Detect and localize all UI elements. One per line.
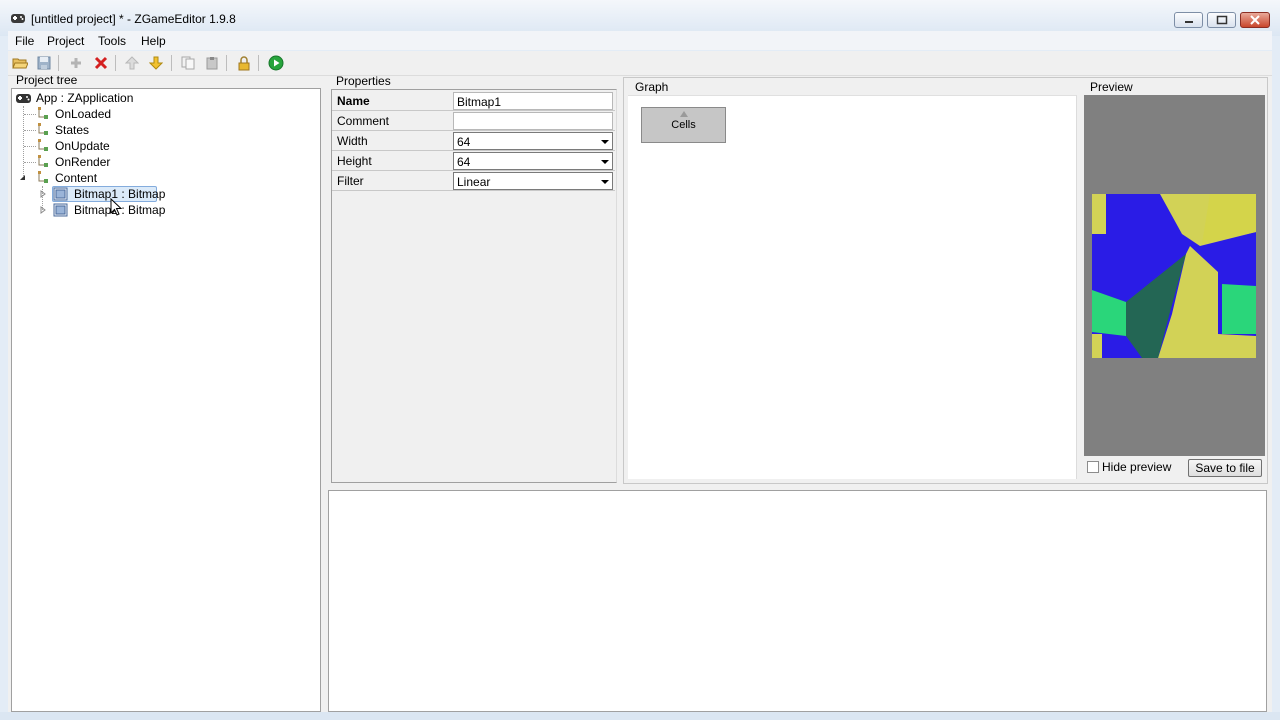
move-up-button[interactable]	[122, 54, 142, 72]
dropdown-arrow-icon	[601, 160, 609, 164]
close-button[interactable]	[1240, 12, 1270, 28]
project-tree-label: Project tree	[16, 73, 78, 87]
toolbar-separator	[226, 55, 227, 71]
dropdown-arrow-icon	[601, 180, 609, 184]
property-label: Filter	[337, 174, 364, 188]
property-row-comment: Comment	[332, 111, 615, 131]
property-row-width: Width 64	[332, 131, 615, 151]
width-value: 64	[457, 135, 471, 149]
component-list-icon	[38, 123, 48, 135]
property-label: Comment	[337, 114, 390, 128]
minimize-icon	[1184, 21, 1193, 23]
app-node-icon	[16, 94, 31, 103]
component-list-icon	[38, 155, 48, 167]
property-row-height: Height 64	[332, 151, 615, 171]
paste-button[interactable]	[202, 54, 222, 72]
add-button[interactable]	[66, 54, 86, 72]
menu-project[interactable]: Project	[47, 34, 84, 48]
lock-button[interactable]	[234, 54, 254, 72]
tree-item-content[interactable]: Content	[55, 171, 97, 185]
add-icon	[71, 58, 81, 68]
graph-node-cells[interactable]: Cells	[641, 107, 726, 143]
property-label: Name	[337, 94, 370, 108]
property-row-name: Name Bitmap1	[332, 91, 615, 111]
copy-button[interactable]	[178, 54, 198, 72]
properties-label: Properties	[336, 74, 391, 88]
lock-icon	[238, 55, 250, 70]
open-button[interactable]	[10, 54, 30, 72]
bitmap-icon	[53, 187, 68, 201]
bitmap-icon	[53, 203, 68, 217]
toolbar-separator	[258, 55, 259, 71]
tree-item-onloaded[interactable]: OnLoaded	[55, 107, 111, 121]
height-value: 64	[457, 155, 471, 169]
minimize-button[interactable]	[1174, 12, 1203, 28]
window-title: [untitled project] * - ZGameEditor 1.9.8	[31, 12, 236, 26]
graph-label: Graph	[635, 80, 669, 94]
name-field[interactable]: Bitmap1	[453, 92, 613, 110]
tree-item-onrender[interactable]: OnRender	[55, 155, 110, 169]
filter-select[interactable]: Linear	[453, 172, 613, 190]
tree-connector	[23, 106, 24, 178]
delete-icon	[94, 56, 108, 70]
tree-item-onupdate[interactable]: OnUpdate	[55, 139, 110, 153]
expand-icon[interactable]	[39, 206, 47, 214]
hide-preview-label: Hide preview	[1102, 460, 1172, 474]
preview-label: Preview	[1090, 80, 1133, 94]
menu-help[interactable]: Help	[141, 34, 166, 48]
window-bottom-edge	[0, 712, 1280, 720]
bitmap-preview-image	[1092, 194, 1256, 358]
delete-button[interactable]	[91, 54, 111, 72]
menu-bar	[8, 31, 1272, 50]
log-panel	[328, 490, 1267, 712]
width-select[interactable]: 64	[453, 132, 613, 150]
property-row-filter: Filter Linear	[332, 171, 615, 191]
toolbar-separator	[58, 55, 59, 71]
tree-connector	[24, 114, 36, 115]
tree-connector	[24, 146, 36, 147]
run-button[interactable]	[266, 54, 286, 72]
property-label: Width	[337, 134, 368, 148]
tree-connector	[24, 130, 36, 131]
graph-canvas[interactable]	[628, 95, 1077, 479]
save-button[interactable]	[34, 54, 54, 72]
tree-item-states[interactable]: States	[55, 123, 89, 137]
node-input-icon	[680, 111, 688, 117]
component-list-icon	[38, 171, 48, 183]
move-up-icon	[125, 56, 139, 70]
run-icon	[268, 55, 284, 71]
open-folder-icon	[12, 58, 28, 69]
component-list-icon	[38, 139, 48, 151]
copy-icon	[181, 56, 195, 70]
save-to-file-button[interactable]: Save to file	[1188, 459, 1262, 477]
save-icon	[37, 56, 51, 70]
tree-connector	[24, 162, 36, 163]
hide-preview-checkbox[interactable]	[1087, 461, 1099, 473]
restore-icon	[1216, 15, 1227, 25]
tree-item-app[interactable]: App : ZApplication	[36, 91, 133, 105]
toolbar-separator	[171, 55, 172, 71]
gamepad-icon	[11, 14, 25, 23]
maximize-button[interactable]	[1207, 12, 1236, 28]
mouse-cursor-icon	[110, 198, 122, 216]
dropdown-arrow-icon	[601, 140, 609, 144]
component-list-icon	[38, 107, 48, 119]
close-icon	[1250, 15, 1260, 25]
paste-icon	[206, 57, 218, 70]
move-down-icon	[149, 56, 163, 70]
comment-field[interactable]	[453, 112, 613, 130]
move-down-button[interactable]	[146, 54, 166, 72]
collapse-icon[interactable]	[19, 174, 27, 182]
property-label: Height	[337, 154, 372, 168]
expand-icon[interactable]	[39, 190, 47, 198]
filter-value: Linear	[457, 175, 491, 189]
height-select[interactable]: 64	[453, 152, 613, 170]
menu-file[interactable]: File	[15, 34, 34, 48]
toolbar-separator	[115, 55, 116, 71]
menu-tools[interactable]: Tools	[98, 34, 126, 48]
